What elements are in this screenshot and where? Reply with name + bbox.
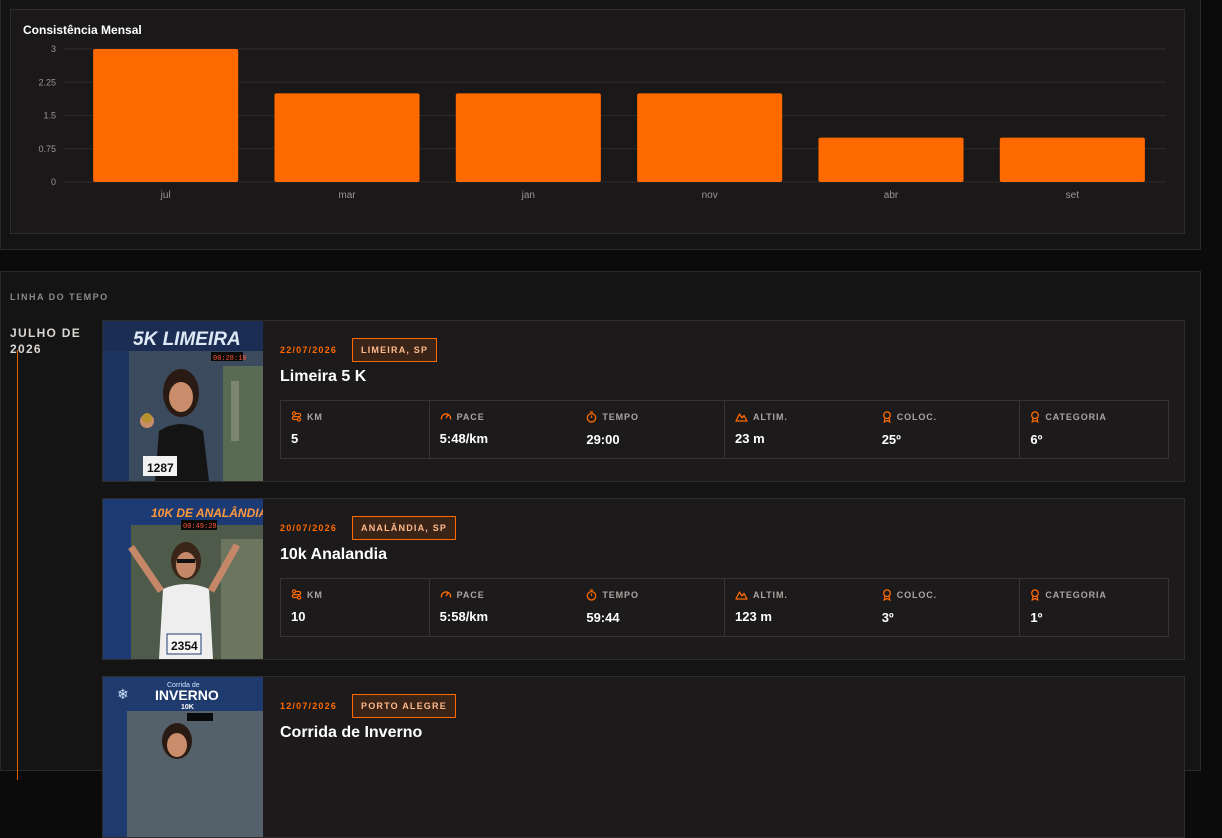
stopwatch-icon <box>586 411 597 423</box>
timeline-card: LINHA DO TEMPO JULHO DE 2026 5K LIMEIRA … <box>0 271 1201 838</box>
stat-label: TEMPO <box>602 590 639 600</box>
y-tick-label: 3 <box>51 44 56 54</box>
stat-value: 5 <box>291 431 299 446</box>
stat-label: KM <box>307 589 323 600</box>
timeline-line <box>17 350 18 780</box>
bar-jul[interactable] <box>93 49 239 182</box>
section-label: LINHA DO TEMPO <box>10 292 109 302</box>
x-tick-label: set <box>1066 190 1080 201</box>
race-place-badge: LIMEIRA, SP <box>352 338 438 362</box>
stat-altim: ALTIM. 123 m <box>724 579 872 636</box>
photo-bib-text: 2354 <box>171 639 198 653</box>
photo-bib-text: 1287 <box>147 461 174 475</box>
race-name: 10k Analandia <box>280 546 388 563</box>
race-stats: KM 5 PACE 5:48/km TEMPO 29:00 ALTIM. 23 … <box>280 400 1169 459</box>
gauge-icon <box>440 589 452 600</box>
stat-value: 6º <box>1030 432 1043 447</box>
x-tick-label: abr <box>884 190 899 201</box>
stat-coloc: COLOC. 3º <box>872 579 1020 636</box>
stat-value: 5:58/km <box>439 609 489 624</box>
stat-value: 123 m <box>735 609 772 624</box>
bar-nov[interactable] <box>637 93 783 182</box>
bar-set[interactable] <box>999 137 1145 182</box>
stat-label: COLOC. <box>896 590 938 600</box>
stat-label: PACE <box>456 411 485 422</box>
stat-value: 1º <box>1030 610 1043 625</box>
race-photo: ❄ Corrida de INVERNO 10K <box>103 677 263 837</box>
stat-label: CATEGORIA <box>1045 412 1107 422</box>
route-icon <box>291 589 302 600</box>
race-date: 20/07/2026 <box>280 523 338 533</box>
bar-jan[interactable] <box>455 93 601 182</box>
photo-dist-text: 10K <box>181 704 194 711</box>
photo-banner-text: INVERNO <box>155 687 219 703</box>
medal-icon <box>882 589 892 601</box>
bar-chart-svg: 0 0.75 1.5 2.25 3 jul mar jan nov abr set <box>38 44 1166 201</box>
bar-abr[interactable] <box>818 137 964 182</box>
stat-km: KM 5 <box>281 401 429 458</box>
medal-icon <box>882 411 892 423</box>
stat-categoria: CATEGORIA 1º <box>1019 579 1168 636</box>
x-tick-label: mar <box>338 190 356 201</box>
stat-value: 3º <box>881 610 894 625</box>
stat-value: 29:00 <box>586 432 620 447</box>
stat-altim: ALTIM. 23 m <box>724 401 872 458</box>
race-card[interactable]: 10K DE ANALÂNDIA 00:49:28 2354 20/07/202… <box>102 498 1185 660</box>
y-tick-label: 0.75 <box>38 144 56 154</box>
race-card[interactable]: ❄ Corrida de INVERNO 10K 12/07/2026 PORT… <box>102 676 1185 838</box>
photo-banner-text: 10K DE ANALÂNDIA <box>151 505 263 520</box>
race-name: Limeira 5 K <box>280 368 367 385</box>
stat-label: TEMPO <box>602 412 639 422</box>
stat-value: 25º <box>881 432 901 447</box>
stat-label: COLOC. <box>896 412 938 422</box>
stat-tempo: TEMPO 29:00 <box>576 401 724 458</box>
stopwatch-icon <box>586 589 597 601</box>
stat-label: CATEGORIA <box>1045 590 1107 600</box>
race-card[interactable]: 5K LIMEIRA 00:28:10 1287 22/07/2026 LIME… <box>102 320 1185 482</box>
photo-clock-text: 00:49:28 <box>183 523 217 531</box>
x-tick-label: jul <box>160 190 171 201</box>
stat-value: 10 <box>291 609 306 624</box>
stat-label: PACE <box>456 589 485 600</box>
race-name: Corrida de Inverno <box>280 724 423 741</box>
y-tick-label: 0 <box>51 177 56 187</box>
mountain-icon <box>735 589 748 600</box>
medal-icon <box>1030 411 1040 423</box>
y-tick-label: 2.25 <box>38 77 56 87</box>
stat-coloc: COLOC. 25º <box>872 401 1020 458</box>
medal-icon <box>1030 589 1040 601</box>
stat-value: 59:44 <box>586 610 620 625</box>
stat-pace: PACE 5:58/km <box>428 579 577 636</box>
race-photo: 5K LIMEIRA 00:28:10 1287 <box>103 321 263 481</box>
stat-value: 5:48/km <box>439 431 489 446</box>
month-label: JULHO DE 2026 <box>10 326 82 356</box>
race-place-badge: PORTO ALEGRE <box>352 694 456 718</box>
stat-categoria: CATEGORIA 6º <box>1019 401 1168 458</box>
photo-clock-text: 00:28:10 <box>213 355 247 363</box>
stat-tempo: TEMPO 59:44 <box>576 579 724 636</box>
stat-pace: PACE 5:48/km <box>428 401 577 458</box>
stat-label: KM <box>307 411 323 422</box>
stat-value: 23 m <box>735 431 765 446</box>
race-photo: 10K DE ANALÂNDIA 00:49:28 2354 <box>103 499 263 659</box>
race-place-badge: ANALÂNDIA, SP <box>352 516 457 540</box>
mountain-icon <box>735 411 748 422</box>
x-tick-label: jan <box>521 190 535 201</box>
gauge-icon <box>440 411 452 422</box>
y-tick-label: 1.5 <box>43 111 56 121</box>
race-date: 22/07/2026 <box>280 345 338 355</box>
route-icon <box>291 411 302 422</box>
photo-banner-text: 5K LIMEIRA <box>133 329 241 350</box>
chart-card: Consistência Mensal 0 0.75 1.5 2.25 3 jul mar j… <box>0 0 1201 250</box>
snowflake-icon: ❄ <box>117 687 129 703</box>
race-stats: KM 10 PACE 5:58/km TEMPO 59:44 ALTIM. 12… <box>280 578 1169 637</box>
x-tick-label: nov <box>702 190 718 201</box>
stat-km: KM 10 <box>281 579 429 636</box>
monthly-consistency-chart: Consistência Mensal 0 0.75 1.5 2.25 3 jul mar j… <box>10 9 1185 234</box>
stat-label: ALTIM. <box>753 589 788 600</box>
race-date: 12/07/2026 <box>280 701 338 711</box>
bar-mar[interactable] <box>274 93 420 182</box>
stat-label: ALTIM. <box>753 411 788 422</box>
